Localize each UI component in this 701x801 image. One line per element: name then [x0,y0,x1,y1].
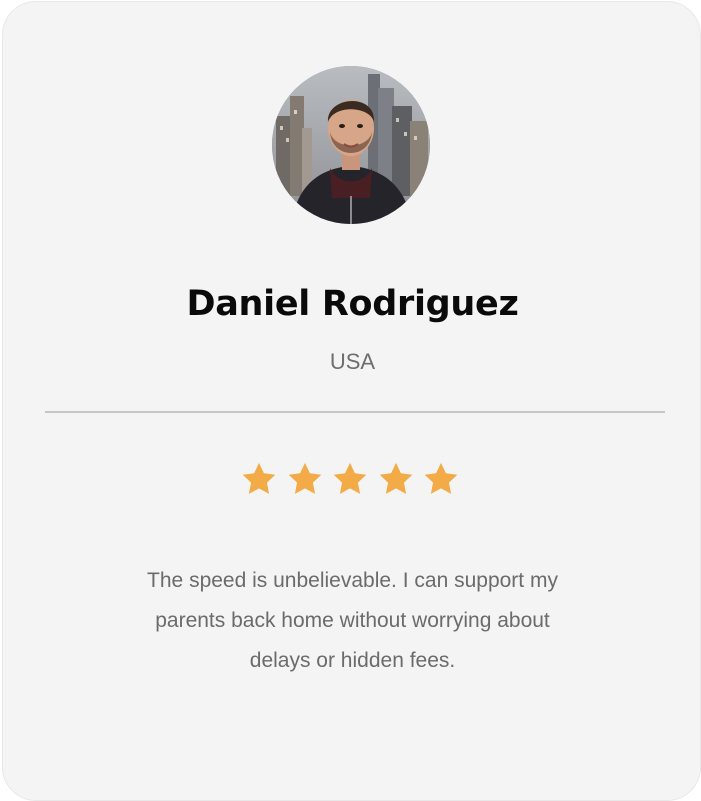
testimonial-quote: The speed is unbelievable. I can support… [147,569,558,672]
star-icon [379,462,412,494]
reviewer-name: Daniel Rodriguez [186,284,519,324]
user-photo-icon [272,66,430,224]
divider [45,411,665,413]
star-rating [240,460,466,500]
avatar [272,66,430,224]
star-icon [288,462,321,494]
star-icon [333,462,367,494]
star-icon [424,462,458,494]
star-icon [242,462,276,494]
testimonial-card: Daniel Rodriguez USA The speed is unbeli… [2,1,701,801]
reviewer-country: USA [329,349,376,374]
